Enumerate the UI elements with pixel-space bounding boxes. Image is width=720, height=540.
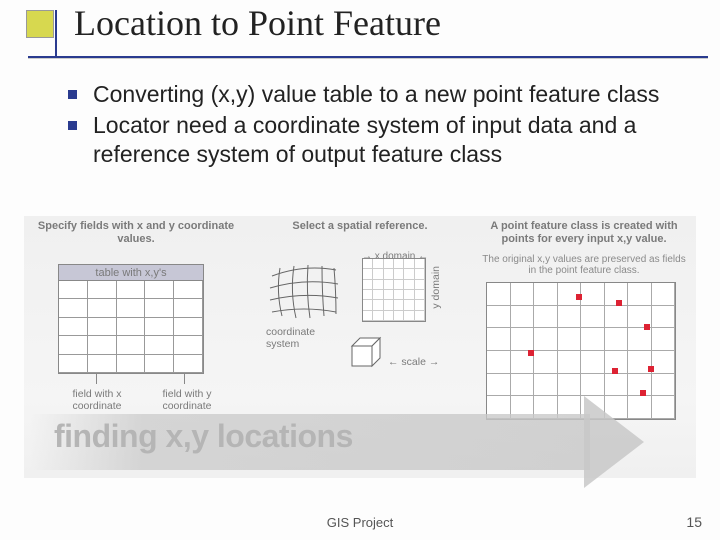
point-marker [648,366,654,372]
point-marker [576,294,582,300]
panel-spatial-reference: Select a spatial reference. coordinate s… [248,216,472,478]
point-marker [644,324,650,330]
cube-icon [348,332,392,376]
y-domain-label: y domain [430,266,442,309]
panel-heading: Specify fields with x and y coordinate v… [30,220,242,248]
bullet-icon [68,90,77,99]
slide-title: Location to Point Feature [74,2,441,44]
point-marker [640,390,646,396]
table-grid [59,281,203,373]
title-rule-horizontal [28,56,708,58]
title-block: Location to Point Feature [0,0,720,62]
scale-label: ← scale → [388,356,439,368]
field-y-label: field with y coordinate [152,388,222,412]
title-rule-vertical [55,10,57,56]
panel-point-feature-class: A point feature class is created with po… [472,216,696,478]
bullet-item: Locator need a coordinate system of inpu… [68,111,720,169]
field-tick [96,374,97,384]
bullet-icon [68,121,77,130]
diagram-area: Specify fields with x and y coordinate v… [24,216,696,478]
xy-table: table with x,y's [58,264,204,374]
point-marker [616,300,622,306]
panel-subtext: The original x,y values are preserved as… [478,254,690,276]
bullet-list: Converting (x,y) value table to a new po… [68,80,720,168]
field-tick [184,374,185,384]
feature-grid [486,282,676,420]
coord-system-label: coordinate system [266,326,336,350]
panel-heading: A point feature class is created with po… [478,220,690,248]
panel-specify-fields: Specify fields with x and y coordinate v… [24,216,248,478]
domain-grid [362,258,426,322]
scale-text: scale [401,356,426,368]
point-marker [528,350,534,356]
footer-text: GIS Project [0,515,720,530]
bullet-text: Locator need a coordinate system of inpu… [93,111,683,169]
field-x-label: field with x coordinate [62,388,132,412]
panel-heading: Select a spatial reference. [254,220,466,248]
title-accent-box [26,10,54,38]
page-number: 15 [686,514,702,530]
curved-grid-icon [266,260,342,326]
bullet-item: Converting (x,y) value table to a new po… [68,80,720,109]
point-marker [612,368,618,374]
bullet-text: Converting (x,y) value table to a new po… [93,80,659,109]
table-caption: table with x,y's [59,265,203,281]
